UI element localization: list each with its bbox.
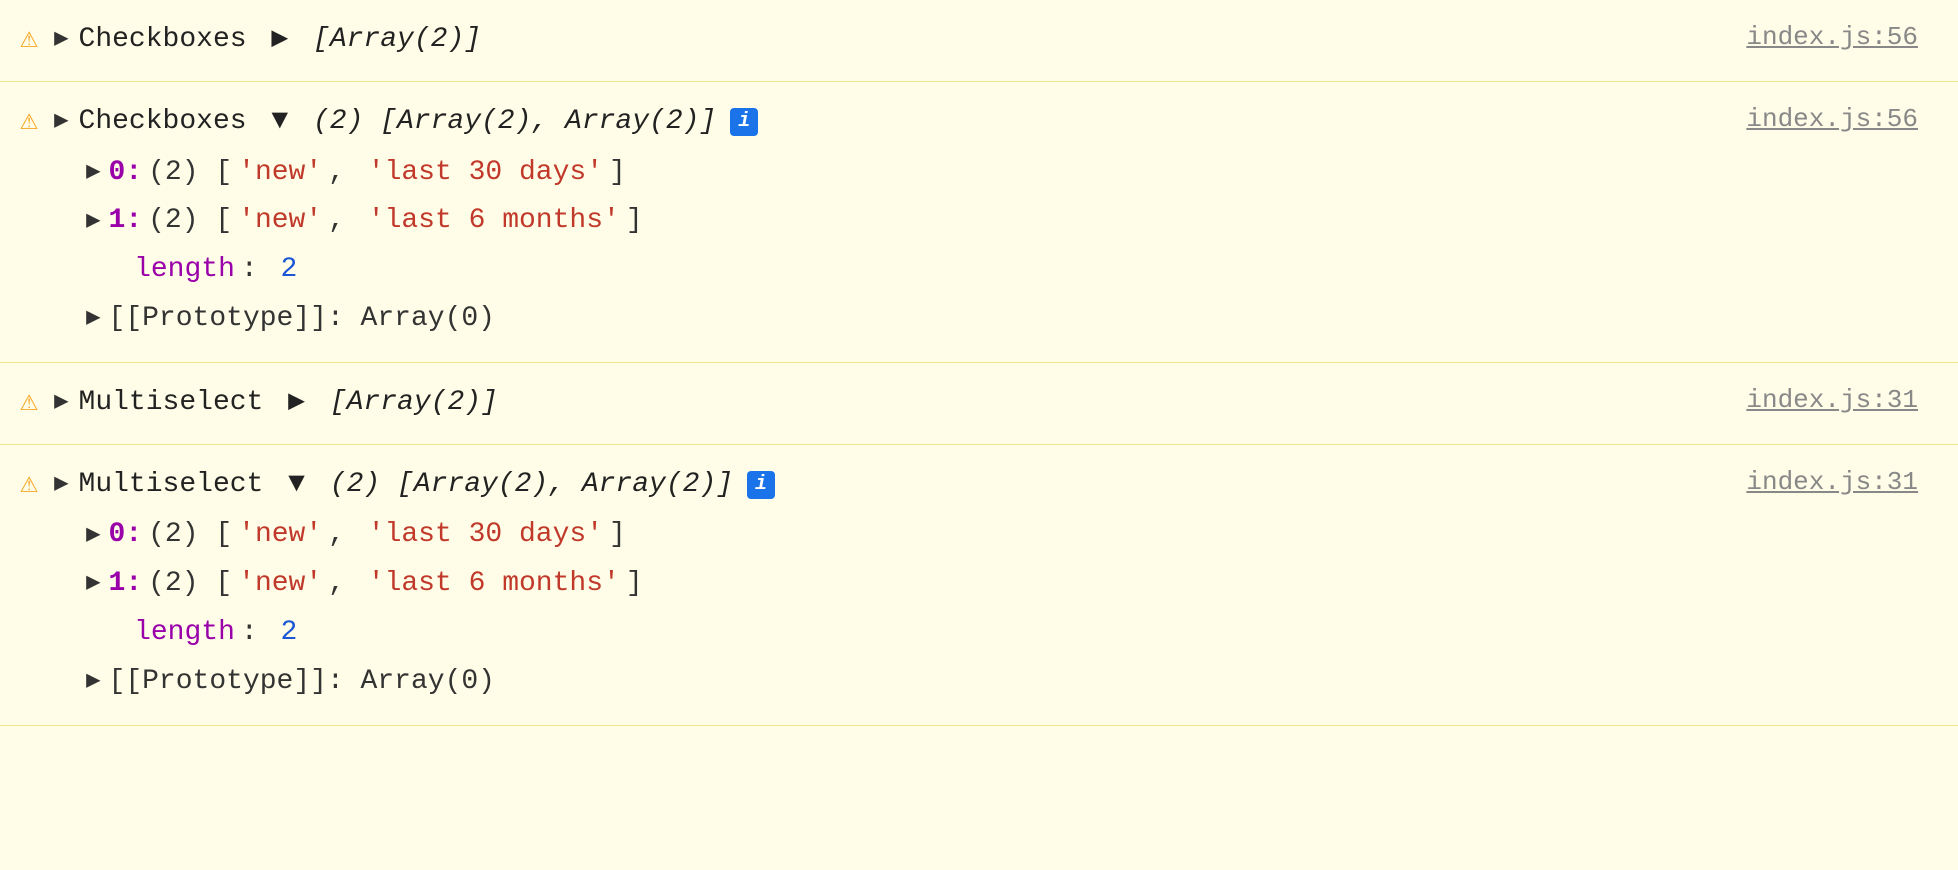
log-line-1: ▶ Checkboxes ▶ [Array(2)] bbox=[54, 18, 1726, 63]
warning-icon-4: ⚠ bbox=[20, 465, 38, 502]
val2-2-0: 'last 30 days' bbox=[368, 151, 603, 196]
bracket-2-0: ] bbox=[609, 151, 626, 196]
item-arrow-2-1[interactable]: ▶ bbox=[86, 203, 100, 241]
item-arrow-4-0[interactable]: ▶ bbox=[86, 517, 100, 555]
proto-4: ▶ [[Prototype]]: Array(0) bbox=[86, 658, 1726, 707]
log-entry-1: ⚠ ▶ Checkboxes ▶ [Array(2)] index.js:56 bbox=[0, 0, 1958, 82]
desc-2-0: (2) [ bbox=[148, 151, 232, 196]
idx-4-0: 0: bbox=[109, 513, 143, 558]
log-entry-3: ⚠ ▶ Multiselect ▶ [Array(2)] index.js:31 bbox=[0, 363, 1958, 445]
expand-arrow-1[interactable]: ▶ bbox=[54, 21, 68, 59]
val2-4-1: 'last 6 months' bbox=[368, 562, 620, 607]
length-colon-4: : bbox=[241, 611, 275, 656]
label-multiselect-3: Multiselect bbox=[79, 381, 264, 426]
desc-2-1: (2) [ bbox=[148, 199, 232, 244]
info-badge-4[interactable]: i bbox=[747, 471, 775, 499]
log-left-2: ⚠ ▶ Checkboxes ▼ (2) [Array(2), Array(2)… bbox=[20, 100, 1726, 344]
collapse-arrow-4[interactable]: ▶ bbox=[54, 466, 68, 504]
comma-2-0: , bbox=[328, 151, 362, 196]
label-checkboxes-1: Checkboxes bbox=[79, 18, 247, 63]
expand-arrow-3[interactable]: ▶ bbox=[54, 384, 68, 422]
label-checkboxes-2: Checkboxes bbox=[79, 100, 247, 145]
bracket-2-1: ] bbox=[626, 199, 643, 244]
log-content-3: ▶ Multiselect ▶ [Array(2)] bbox=[54, 381, 1726, 426]
array-count-4: (2) [Array(2), Array(2)] bbox=[330, 463, 733, 508]
array-item-2-0: ▶ 0: (2) ['new', 'last 30 days'] bbox=[86, 149, 1726, 198]
length-key-4: length bbox=[134, 611, 235, 656]
proto-text-4: [[Prototype]]: Array(0) bbox=[109, 660, 495, 705]
log-line-3: ▶ Multiselect ▶ [Array(2)] bbox=[54, 381, 1726, 426]
desc-4-1: (2) [ bbox=[148, 562, 232, 607]
length-key-2: length bbox=[134, 248, 235, 293]
proto-2: ▶ [[Prototype]]: Array(0) bbox=[86, 295, 1726, 344]
idx-2-1: 1: bbox=[109, 199, 143, 244]
expanded-lines-4: ▶ 0: (2) ['new', 'last 30 days'] ▶ 1: (2… bbox=[86, 511, 1726, 706]
length-2: length: 2 bbox=[134, 246, 1726, 295]
log-line-4: ▶ Multiselect ▼ (2) [Array(2), Array(2)]… bbox=[54, 463, 1726, 508]
length-colon-2: : bbox=[241, 248, 275, 293]
warning-icon-1: ⚠ bbox=[20, 20, 38, 57]
length-4: length: 2 bbox=[134, 609, 1726, 658]
array-text-1: [Array(2)] bbox=[313, 18, 481, 63]
comma-4-0: , bbox=[328, 513, 362, 558]
file-link-4[interactable]: index.js:31 bbox=[1746, 467, 1918, 497]
val2-4-0: 'last 30 days' bbox=[368, 513, 603, 558]
log-content-2: ▶ Checkboxes ▼ (2) [Array(2), Array(2)] … bbox=[54, 100, 1726, 344]
item-arrow-2-0[interactable]: ▶ bbox=[86, 154, 100, 192]
console-panel: ⚠ ▶ Checkboxes ▶ [Array(2)] index.js:56 … bbox=[0, 0, 1958, 870]
expanded-lines-2: ▶ 0: (2) ['new', 'last 30 days'] ▶ 1: (2… bbox=[86, 149, 1726, 344]
collapse-arrow-2[interactable]: ▶ bbox=[54, 103, 68, 141]
proto-arrow-4[interactable]: ▶ bbox=[86, 663, 100, 701]
log-entry-2: ⚠ ▶ Checkboxes ▼ (2) [Array(2), Array(2)… bbox=[0, 82, 1958, 363]
item-arrow-4-1[interactable]: ▶ bbox=[86, 565, 100, 603]
val1-4-0: 'new' bbox=[238, 513, 322, 558]
array-item-4-1: ▶ 1: (2) ['new', 'last 6 months'] bbox=[86, 560, 1726, 609]
log-content-1: ▶ Checkboxes ▶ [Array(2)] bbox=[54, 18, 1726, 63]
comma-2-1: , bbox=[328, 199, 362, 244]
length-val-2: 2 bbox=[281, 248, 298, 293]
label-multiselect-4: Multiselect bbox=[79, 463, 264, 508]
warning-icon-3: ⚠ bbox=[20, 383, 38, 420]
log-left-3: ⚠ ▶ Multiselect ▶ [Array(2)] bbox=[20, 381, 1726, 426]
val2-2-1: 'last 6 months' bbox=[368, 199, 620, 244]
separator-2: ▼ bbox=[255, 100, 305, 145]
log-entry-4: ⚠ ▶ Multiselect ▼ (2) [Array(2), Array(2… bbox=[0, 445, 1958, 726]
info-badge-2[interactable]: i bbox=[730, 108, 758, 136]
array-item-2-1: ▶ 1: (2) ['new', 'last 6 months'] bbox=[86, 197, 1726, 246]
log-left-1: ⚠ ▶ Checkboxes ▶ [Array(2)] bbox=[20, 18, 1726, 63]
array-count-2: (2) [Array(2), Array(2)] bbox=[313, 100, 716, 145]
separator-4: ▼ bbox=[271, 463, 321, 508]
file-link-1[interactable]: index.js:56 bbox=[1746, 22, 1918, 52]
val1-4-1: 'new' bbox=[238, 562, 322, 607]
separator-1: ▶ bbox=[255, 18, 305, 63]
idx-2-0: 0: bbox=[109, 151, 143, 196]
val1-2-0: 'new' bbox=[238, 151, 322, 196]
idx-4-1: 1: bbox=[109, 562, 143, 607]
array-item-4-0: ▶ 0: (2) ['new', 'last 30 days'] bbox=[86, 511, 1726, 560]
bracket-4-0: ] bbox=[609, 513, 626, 558]
log-left-4: ⚠ ▶ Multiselect ▼ (2) [Array(2), Array(2… bbox=[20, 463, 1726, 707]
bracket-4-1: ] bbox=[626, 562, 643, 607]
proto-text-2: [[Prototype]]: Array(0) bbox=[109, 297, 495, 342]
comma-4-1: , bbox=[328, 562, 362, 607]
separator-3: ▶ bbox=[271, 381, 321, 426]
log-content-4: ▶ Multiselect ▼ (2) [Array(2), Array(2)]… bbox=[54, 463, 1726, 707]
log-line-2: ▶ Checkboxes ▼ (2) [Array(2), Array(2)] … bbox=[54, 100, 1726, 145]
warning-icon-2: ⚠ bbox=[20, 102, 38, 139]
file-link-2[interactable]: index.js:56 bbox=[1746, 104, 1918, 134]
proto-arrow-2[interactable]: ▶ bbox=[86, 300, 100, 338]
array-text-3: [Array(2)] bbox=[330, 381, 498, 426]
val1-2-1: 'new' bbox=[238, 199, 322, 244]
file-link-3[interactable]: index.js:31 bbox=[1746, 385, 1918, 415]
length-val-4: 2 bbox=[281, 611, 298, 656]
desc-4-0: (2) [ bbox=[148, 513, 232, 558]
